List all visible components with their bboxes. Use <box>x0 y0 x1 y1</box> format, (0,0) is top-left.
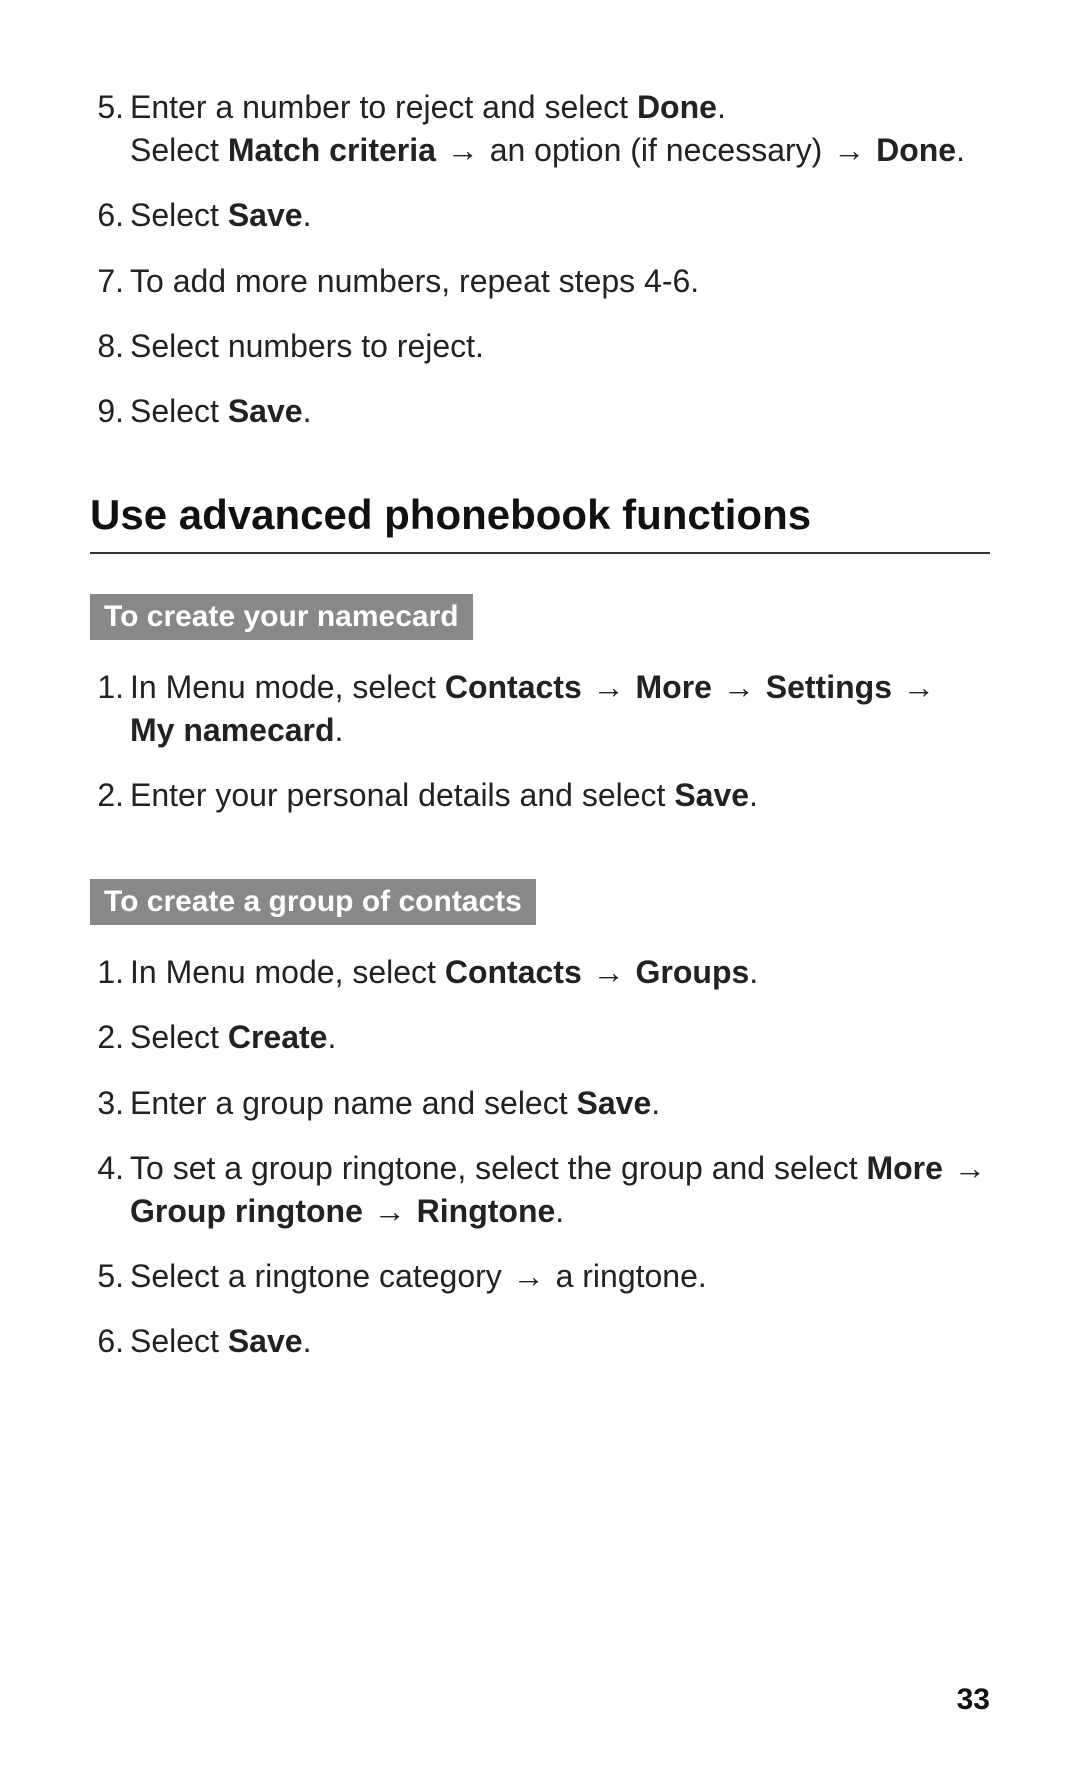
steps-list-b: 1. In Menu mode, select Contacts → More … <box>90 666 990 818</box>
list-item: 5. Enter a number to reject and select D… <box>90 86 990 172</box>
arrow-icon: → <box>721 669 757 705</box>
list-item: 1. In Menu mode, select Contacts → More … <box>90 666 990 752</box>
section-heading: Use advanced phonebook functions <box>90 489 990 554</box>
subheading-namecard: To create your namecard <box>90 594 473 640</box>
step-number: 5. <box>90 1255 130 1298</box>
step-number: 2. <box>90 774 130 817</box>
list-item: 6. Select Save. <box>90 1320 990 1363</box>
subheading-group: To create a group of contacts <box>90 879 536 925</box>
arrow-icon: → <box>901 669 937 705</box>
step-text: Select Create. <box>130 1016 990 1059</box>
arrow-icon: → <box>952 1150 988 1186</box>
step-text: In Menu mode, select Contacts → More → S… <box>130 666 990 752</box>
step-number: 1. <box>90 951 130 994</box>
arrow-icon: → <box>831 132 867 168</box>
arrow-icon: → <box>591 669 627 705</box>
step-text: To set a group ringtone, select the grou… <box>130 1147 990 1233</box>
arrow-icon: → <box>591 954 627 990</box>
steps-list-c: 1. In Menu mode, select Contacts → Group… <box>90 951 990 1363</box>
arrow-icon: → <box>445 132 481 168</box>
step-number: 4. <box>90 1147 130 1233</box>
step-number: 2. <box>90 1016 130 1059</box>
list-item: 8. Select numbers to reject. <box>90 325 990 368</box>
list-item: 2. Select Create. <box>90 1016 990 1059</box>
arrow-icon: → <box>511 1258 547 1294</box>
step-text: Select a ringtone category → a ringtone. <box>130 1255 990 1298</box>
list-item: 3. Enter a group name and select Save. <box>90 1082 990 1125</box>
step-number: 7. <box>90 260 130 303</box>
step-number: 1. <box>90 666 130 752</box>
step-text: Select numbers to reject. <box>130 325 990 368</box>
step-number: 6. <box>90 1320 130 1363</box>
list-item: 9. Select Save. <box>90 390 990 433</box>
list-item: 1. In Menu mode, select Contacts → Group… <box>90 951 990 994</box>
page-number: 33 <box>957 1683 990 1717</box>
step-number: 3. <box>90 1082 130 1125</box>
step-text: Select Save. <box>130 390 990 433</box>
step-number: 8. <box>90 325 130 368</box>
list-item: 4. To set a group ringtone, select the g… <box>90 1147 990 1233</box>
step-text: Select Save. <box>130 194 990 237</box>
arrow-icon: → <box>372 1193 408 1229</box>
step-text: Enter a number to reject and select Done… <box>130 86 990 172</box>
step-number: 5. <box>90 86 130 172</box>
step-number: 6. <box>90 194 130 237</box>
step-text: Select Save. <box>130 1320 990 1363</box>
list-item: 7. To add more numbers, repeat steps 4-6… <box>90 260 990 303</box>
step-text: Enter a group name and select Save. <box>130 1082 990 1125</box>
step-text: To add more numbers, repeat steps 4-6. <box>130 260 990 303</box>
list-item: 6. Select Save. <box>90 194 990 237</box>
step-number: 9. <box>90 390 130 433</box>
list-item: 2. Enter your personal details and selec… <box>90 774 990 817</box>
step-text: In Menu mode, select Contacts → Groups. <box>130 951 990 994</box>
steps-list-a: 5. Enter a number to reject and select D… <box>90 86 990 433</box>
step-text: Enter your personal details and select S… <box>130 774 990 817</box>
list-item: 5. Select a ringtone category → a ringto… <box>90 1255 990 1298</box>
